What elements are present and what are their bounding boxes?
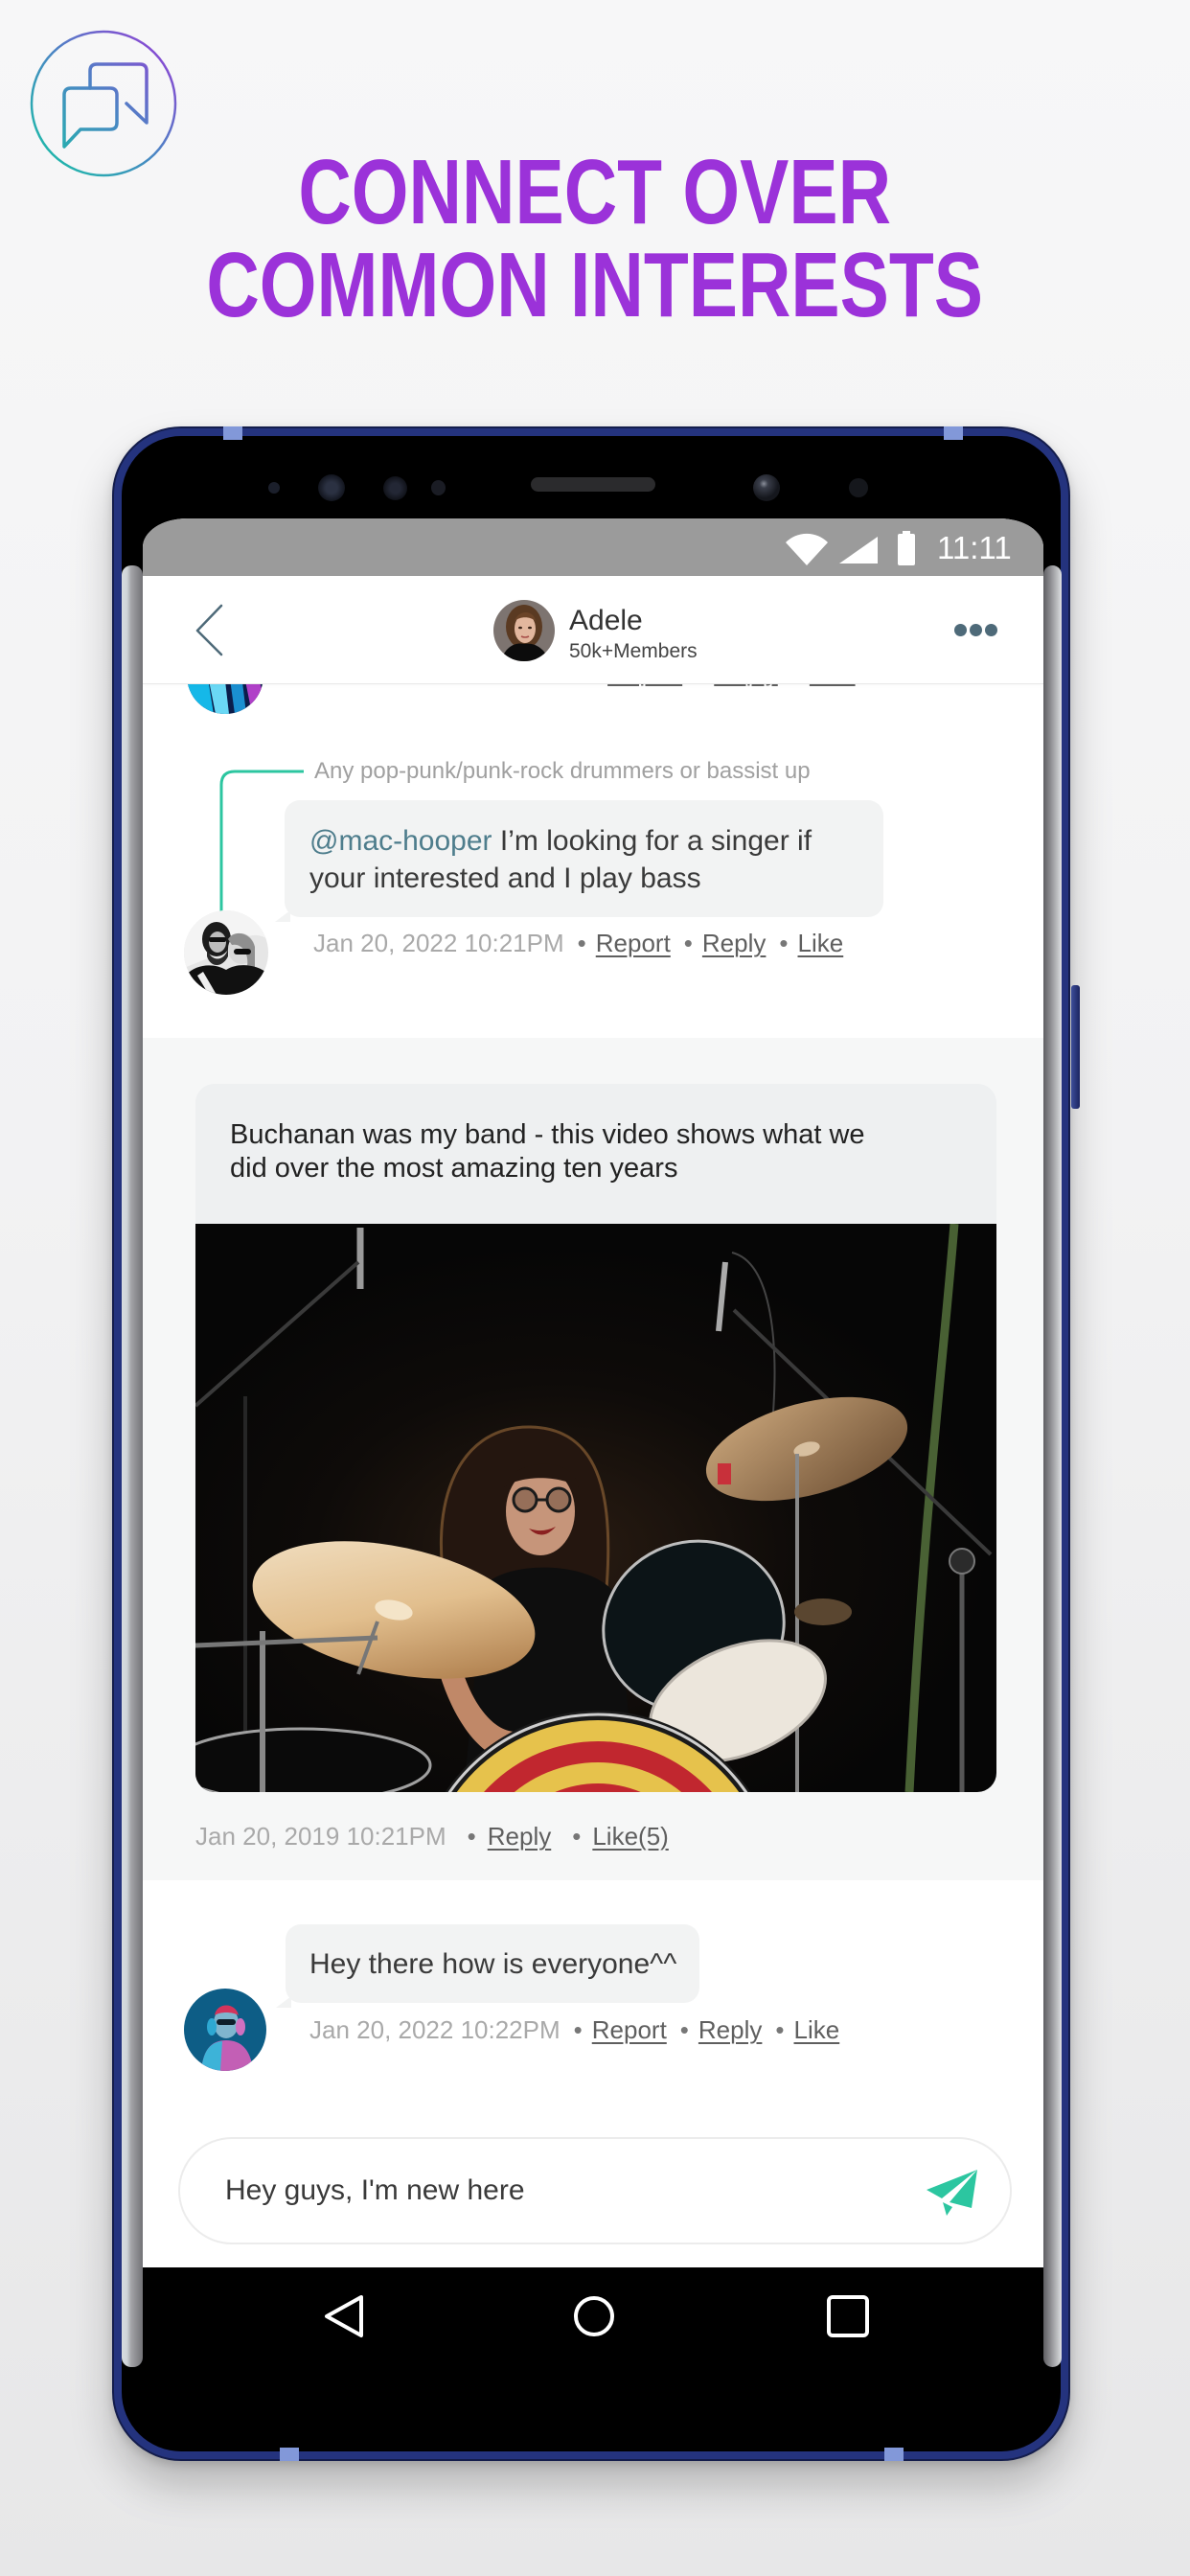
reply-link[interactable]: Reply: [702, 929, 766, 957]
antenna-line: [280, 2448, 299, 2461]
timestamp: Jan 20, 2022 10:22PM: [309, 2015, 561, 2044]
hi-hat: [794, 1598, 852, 1625]
like-action: Like(5): [551, 1822, 669, 1851]
report-action: Report: [561, 2015, 667, 2044]
report-link[interactable]: Report: [592, 2015, 667, 2044]
comment-bubble: @mac-hooper I’m looking for a singer if …: [275, 800, 883, 922]
app-header: Adele 50k+Members: [143, 576, 1043, 683]
dot: [985, 624, 997, 636]
dot: [970, 624, 982, 636]
chevron-left-icon[interactable]: [191, 603, 229, 658]
like-action: Like: [762, 2015, 839, 2044]
report-link[interactable]: Report: [596, 929, 671, 957]
avatar-image: [184, 910, 268, 995]
headline-text-1: CONNECT OVER: [298, 141, 892, 243]
stand-clamp: [718, 1463, 731, 1484]
message-composer: [178, 2137, 1012, 2244]
group-title: Adele: [569, 605, 643, 636]
headline-line-2: COMMON INTERESTS: [0, 239, 1190, 332]
recents-icon[interactable]: [826, 2294, 870, 2338]
post-text: Buchanan was my band - this video shows …: [195, 1084, 996, 1224]
sensor-dot: [849, 478, 868, 497]
post-meta: Jan 20, 2019 10:21PM Reply Like(5): [195, 1822, 669, 1851]
user-avatar[interactable]: [184, 1989, 266, 2071]
back-icon[interactable]: [322, 2293, 366, 2339]
phone-screen: 11:11 Report Reply Like: [143, 518, 1043, 2267]
like-link[interactable]: Like: [798, 929, 844, 957]
front-camera: [753, 474, 780, 501]
headline-text-2: COMMON INTERESTS: [206, 234, 984, 336]
timestamp: Jan 20, 2022 10:21PM: [313, 929, 564, 957]
reply-action: Reply: [667, 2015, 763, 2044]
reply-action: Reply: [446, 1822, 552, 1851]
comment-meta: Jan 20, 2022 10:21PM Report Reply Like: [313, 929, 843, 957]
comment-text: Hey there how is everyone^^: [309, 1948, 677, 1980]
status-bar: 11:11: [143, 518, 1043, 576]
antenna-line: [223, 426, 242, 440]
like-link[interactable]: Like(5): [592, 1822, 668, 1851]
sensor-dot: [431, 480, 446, 495]
antenna-line: [944, 426, 963, 440]
proximity-sensor: [268, 482, 280, 494]
like-link[interactable]: Like: [794, 2015, 840, 2044]
home-icon[interactable]: [572, 2294, 616, 2338]
iris-scanner: [318, 474, 345, 501]
comment-meta: Jan 20, 2022 10:22PM Report Reply Like: [309, 2015, 839, 2044]
quoted-post-text[interactable]: Any pop-punk/punk-rock drummers or bassi…: [314, 760, 811, 783]
earpiece-speaker: [531, 477, 655, 492]
wifi-icon: [786, 533, 828, 565]
more-horizontal-icon[interactable]: [954, 624, 997, 636]
signal-icon: [839, 537, 878, 564]
user-avatar[interactable]: [184, 910, 268, 995]
reply-link[interactable]: Reply: [698, 2015, 762, 2044]
battery-icon: [898, 531, 915, 565]
post-photo[interactable]: [195, 1224, 996, 1792]
reply-link[interactable]: Reply: [488, 1822, 551, 1851]
post-card: Buchanan was my band - this video shows …: [195, 1084, 996, 1792]
dot: [954, 624, 967, 636]
user-mention[interactable]: @mac-hooper: [309, 825, 492, 857]
group-avatar[interactable]: [493, 600, 555, 661]
like-action: Like: [766, 929, 843, 957]
power-button: [1071, 985, 1080, 1109]
comment-bubble: Hey there how is everyone^^: [275, 1924, 700, 2008]
avatar-image: [493, 600, 555, 661]
avatar-image: [184, 1989, 266, 2071]
status-time: 11:11: [937, 530, 1012, 565]
ambient-sensor: [383, 476, 407, 500]
headline-line-1: CONNECT OVER: [0, 146, 1190, 239]
report-action: Report: [564, 929, 671, 957]
timestamp: Jan 20, 2019 10:21PM: [195, 1822, 446, 1851]
phone-edge-right: [1043, 565, 1062, 2367]
member-count: 50k+Members: [569, 640, 698, 662]
send-icon[interactable]: [922, 2164, 979, 2220]
antenna-line: [884, 2448, 904, 2461]
phone-edge-left: [122, 565, 143, 2367]
message-input[interactable]: [225, 2139, 896, 2242]
reply-action: Reply: [671, 929, 767, 957]
